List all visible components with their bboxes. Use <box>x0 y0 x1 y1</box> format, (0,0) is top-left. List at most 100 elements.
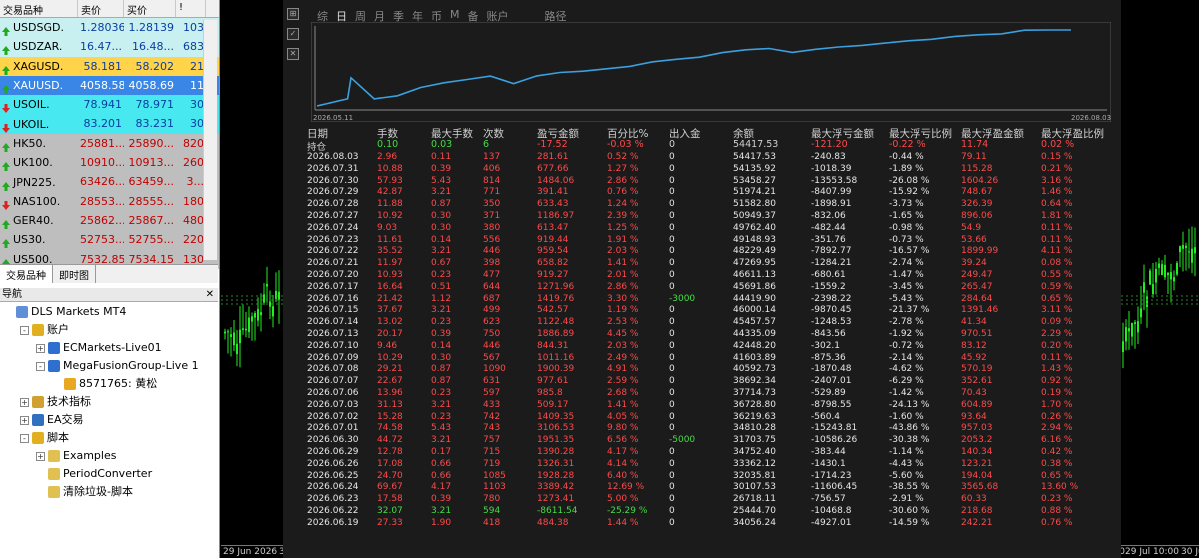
column-header[interactable]: ! <box>176 0 206 17</box>
navigator-item[interactable]: PeriodConverter <box>0 465 218 483</box>
symbol-row[interactable]: XAGUSD. 58.181 58.202 21 <box>0 56 219 76</box>
symbol-row[interactable]: USOIL. 78.941 78.971 30 <box>0 95 219 115</box>
user-icon <box>64 378 76 390</box>
stats-table-body: 2026.08.03 2.96 0.11 137 281.61 0.52 % 0 54417.… <box>307 152 1117 530</box>
market-watch-scrollbar[interactable] <box>203 20 217 260</box>
symbol-name: XAUUSD. <box>13 79 64 93</box>
stats-cell: 418 <box>483 517 501 528</box>
stats-row: 2026.07.21 11.97 0.67 398 658.82 1.41 % 0 47269… <box>307 258 1117 270</box>
candle-body <box>242 328 244 330</box>
stats-cell: 1122.48 <box>537 317 575 328</box>
navigator-item[interactable]: + ECMarkets-Live01 <box>0 339 218 357</box>
symbol-row[interactable]: UKOIL. 83.201 83.231 30 <box>0 114 219 134</box>
candle-body <box>1191 248 1193 263</box>
stats-cell: 2026.07.22 <box>307 246 359 257</box>
symbol-row[interactable]: HK50. 25881... 25890... 820 <box>0 133 219 154</box>
stats-cell: 0.38 % <box>1041 458 1073 469</box>
expand-icon[interactable]: + <box>20 397 29 407</box>
stats-cell: 37.67 <box>377 305 403 316</box>
stats-cell: 3.21 <box>431 435 452 446</box>
candle-body <box>278 291 280 300</box>
stats-row: 2026.07.27 10.92 0.30 371 1186.97 2.39 % 0 5094… <box>307 211 1117 223</box>
stats-cell: 0 <box>669 387 675 398</box>
column-header[interactable]: 买价 <box>124 0 176 17</box>
stats-cell: 0 <box>669 234 675 245</box>
symbol-row[interactable]: GER40. 25862... 25867... 480 <box>0 210 219 231</box>
symbol-row[interactable]: US30. 52753... 52755... 220 <box>0 230 219 250</box>
symbol-row[interactable]: USDZAR. 16.47... 16.48... 683 <box>0 37 219 57</box>
server-icon <box>48 360 60 372</box>
stats-table-header: 日期 手数 最大手数 次数 盈亏金额 百分比% 出入金 余额 最大浮亏金额 最大浮亏比例 最大浮盈金… <box>307 126 1117 153</box>
panel-toolbar: ⊞ ✓ ✕ <box>287 8 301 68</box>
expand-icon[interactable]: + <box>20 415 29 425</box>
stats-cell: 406 <box>483 163 501 174</box>
candle-body <box>1170 272 1172 280</box>
symbol-cell: USDZAR. <box>0 37 78 56</box>
stats-cell: 0.39 <box>431 163 452 174</box>
symbol-row[interactable]: JPN225. 63426... 63459... 3... <box>0 172 219 192</box>
navigator-item[interactable]: 8571765: 黄松 <box>0 375 218 393</box>
column-header[interactable]: 交易品种 <box>0 0 78 17</box>
stats-cell: 371 <box>483 210 501 221</box>
symbol-row[interactable]: UK100. 10910... 10913... 260 <box>0 153 219 173</box>
expand-icon[interactable]: + <box>36 343 45 353</box>
navigator-item[interactable]: 清除垃圾-脚本 <box>0 483 218 501</box>
symbol-row[interactable]: USDSGD. 1.28036 1.28139 103 <box>0 18 219 38</box>
equity-frame <box>311 22 1111 122</box>
stats-cell: 613.47 <box>537 222 569 233</box>
navigator-item[interactable]: + 技术指标 <box>0 393 218 411</box>
stats-cell: 677.66 <box>537 163 569 174</box>
stats-cell: 2026.07.30 <box>307 175 359 186</box>
time-label: 29 Jul 10:00 <box>1125 547 1179 557</box>
grid-icon[interactable]: ⊞ <box>287 8 299 20</box>
stats-cell: -10468.8 <box>811 505 852 516</box>
stats-cell: -1430.1 <box>811 458 846 469</box>
stats-cell: 1.91 % <box>607 234 639 245</box>
stats-cell: 265.47 <box>961 281 993 292</box>
navigator-item[interactable]: + Examples <box>0 447 218 465</box>
navigator-item[interactable]: DLS Markets MT4 <box>0 303 218 321</box>
navigator-item[interactable]: + EA交易 <box>0 411 218 429</box>
stats-cell: -351.76 <box>811 234 846 245</box>
collapse-icon[interactable]: - <box>20 433 29 443</box>
ask-cell: 58.202 <box>135 59 175 73</box>
stats-cell: 45691.86 <box>733 281 776 292</box>
stats-cell: 0.21 % <box>1041 163 1073 174</box>
stats-cell: -30.60 % <box>889 505 930 516</box>
candle-body <box>254 313 256 318</box>
stats-cell: 0.51 <box>431 281 452 292</box>
stats-row: 2026.07.17 16.64 0.51 644 1271.96 2.86 % 0 4569… <box>307 282 1117 294</box>
bid-cell: 83.201 <box>83 117 123 131</box>
stats-cell: 0 <box>669 246 675 257</box>
collapse-icon[interactable]: - <box>20 325 29 335</box>
symbol-cell: JPN225. <box>0 172 78 191</box>
symbol-row[interactable]: XAUUSD. 4058.58 4058.69 11 <box>0 75 219 96</box>
navigator-item-label: DLS Markets MT4 <box>31 305 127 318</box>
check-icon[interactable]: ✓ <box>287 28 299 40</box>
candle-body <box>1131 322 1133 337</box>
bid-cell: 16.47... <box>80 40 122 54</box>
expand-icon[interactable]: + <box>36 451 45 461</box>
navigator-item[interactable]: - 账户 <box>0 321 218 339</box>
candle-body <box>1125 327 1127 342</box>
stats-cell: 45.92 <box>961 352 987 363</box>
stats-cell: 2026.07.31 <box>307 163 359 174</box>
stats-cell: 350 <box>483 199 501 210</box>
stats-cell: 3389.42 <box>537 482 575 493</box>
collapse-icon[interactable]: - <box>36 361 45 371</box>
navigator-item[interactable]: - 脚本 <box>0 429 218 447</box>
stats-cell: 0 <box>669 423 675 434</box>
navigator-item[interactable]: - MegaFusionGroup-Live 1 <box>0 357 218 375</box>
close-icon[interactable]: ✕ <box>287 48 299 60</box>
time-label: 29 Jun 2026 <box>223 547 278 557</box>
stats-cell: 1.41 % <box>607 258 639 269</box>
tab-symbols[interactable]: 交易品种 <box>0 265 53 283</box>
stats-cell: -1.89 % <box>889 163 924 174</box>
close-icon[interactable]: ✕ <box>206 288 214 301</box>
symbol-row[interactable]: NAS100. 28553... 28555... 180 <box>0 191 219 211</box>
stats-cell: 0.76 % <box>1041 517 1073 528</box>
tab-tick-chart[interactable]: 即时图 <box>53 265 96 283</box>
stats-cell: 12.69 % <box>607 482 645 493</box>
column-header[interactable]: 卖价 <box>78 0 124 17</box>
symbol-cell: UKOIL. <box>0 114 78 133</box>
